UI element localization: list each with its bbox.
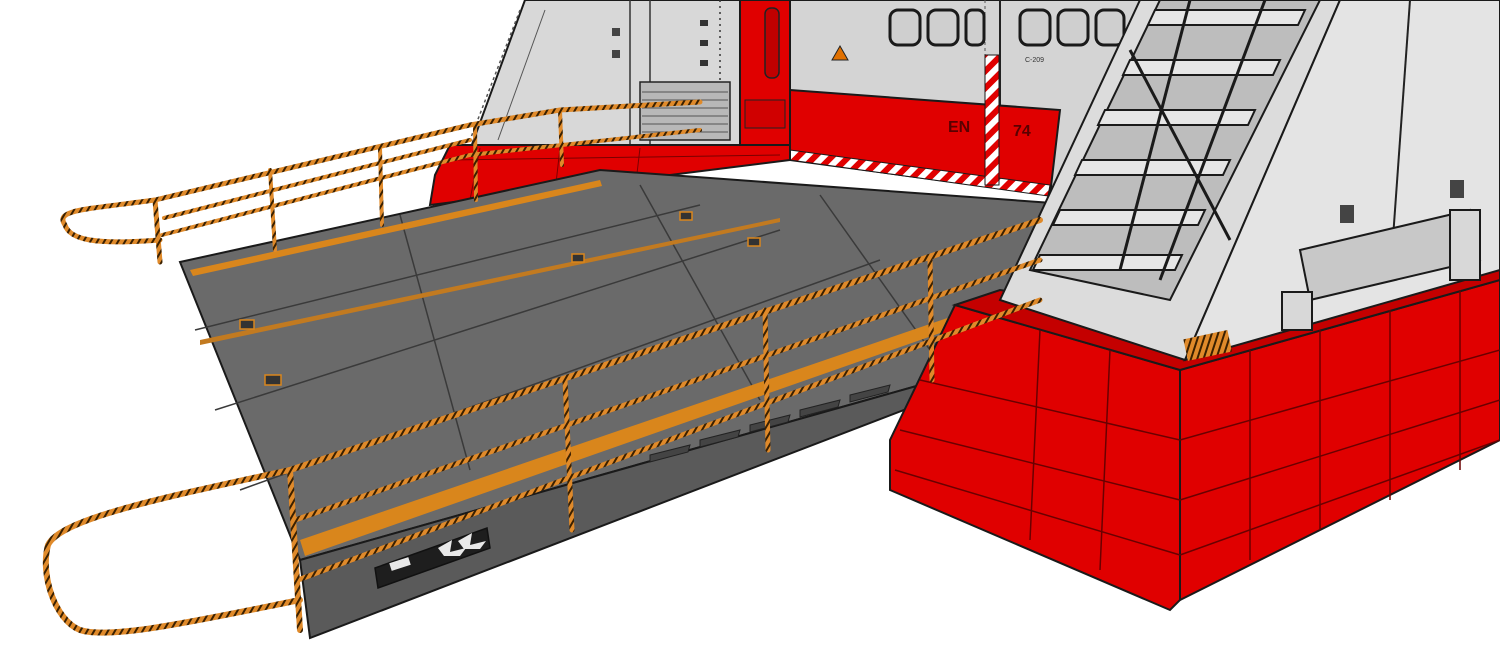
render-scene: EN 74 C-209 [42,0,1500,640]
hull-code-en: EN [948,119,970,136]
hull-number: 74 [1013,123,1031,140]
panel-code: C-209 [1025,57,1044,64]
back-wall: EN 74 C-209 [428,0,1162,207]
